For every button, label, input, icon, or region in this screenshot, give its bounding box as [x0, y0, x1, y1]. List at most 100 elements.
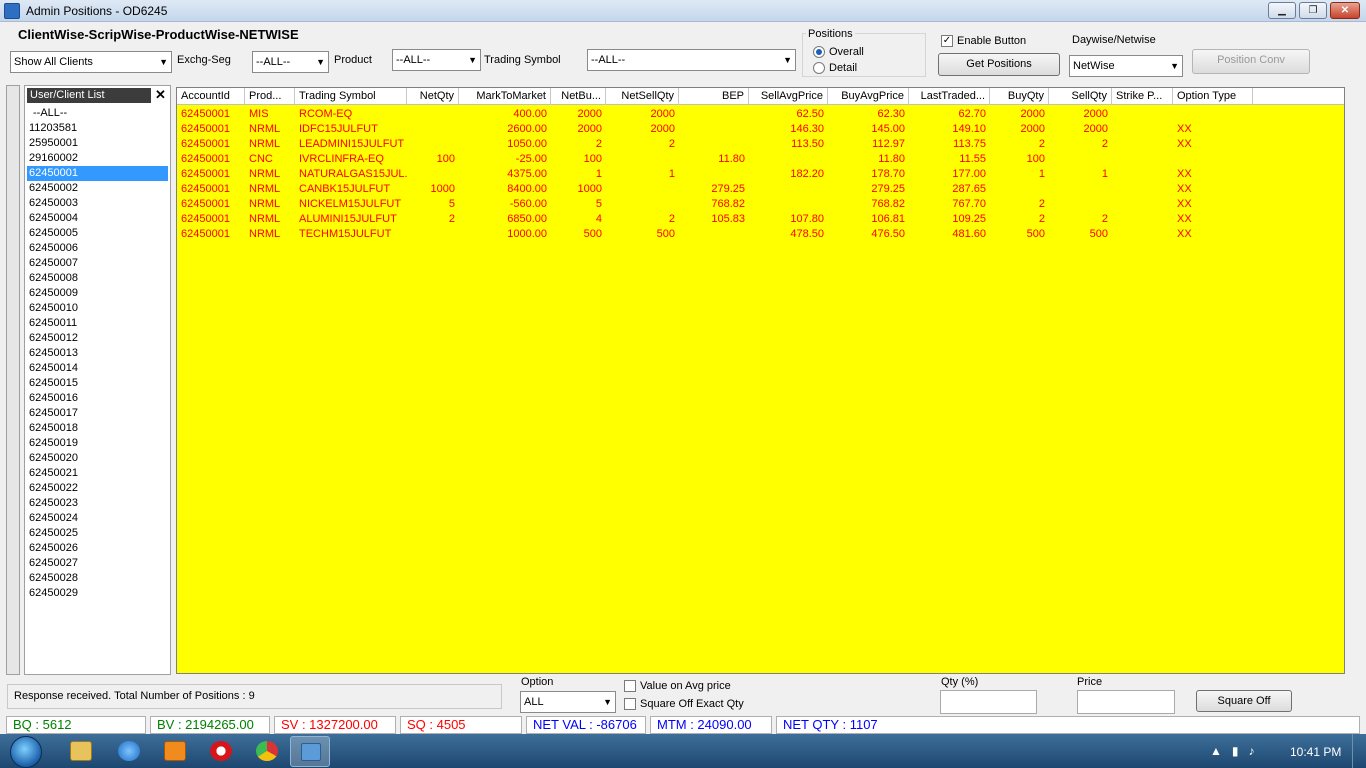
option-select[interactable]: ALL ▼ — [520, 691, 616, 713]
minimize-button[interactable]: ▁ — [1268, 2, 1296, 19]
column-header[interactable]: MarkToMarket — [459, 88, 551, 105]
client-list-item[interactable]: 62450009 — [27, 286, 168, 301]
panel-splitter[interactable] — [6, 85, 20, 675]
table-cell: 481.60 — [952, 228, 986, 240]
client-list-item[interactable]: 62450014 — [27, 361, 168, 376]
close-button[interactable]: ✕ — [1330, 2, 1360, 19]
client-list-item[interactable]: 62450019 — [27, 436, 168, 451]
client-list-item[interactable]: 62450004 — [27, 211, 168, 226]
table-row[interactable]: 62450001 NRML NICKELM15JULFUT 5 -560.00 5 768.… — [177, 197, 1344, 212]
column-header[interactable]: NetQty — [407, 88, 459, 105]
client-list-item[interactable]: 11203581 — [27, 121, 168, 136]
opera-icon[interactable] — [210, 741, 232, 761]
client-list-item[interactable]: 62450013 — [27, 346, 168, 361]
table-row[interactable]: 62450001 NRML LEADMINI15JULFUT 1050.00 2 2 113… — [177, 137, 1344, 152]
volume-icon[interactable]: ♪ — [1249, 744, 1255, 758]
table-cell: 1 — [1038, 168, 1045, 180]
client-list-item[interactable]: 62450024 — [27, 511, 168, 526]
trading-symbol-select[interactable]: --ALL-- ▼ — [587, 49, 796, 71]
taskbar-app-admin-positions[interactable] — [290, 736, 330, 767]
maximize-button[interactable]: ❐ — [1299, 2, 1327, 19]
column-header[interactable]: SellAvgPrice — [749, 88, 828, 105]
client-list-item[interactable]: 62450008 — [27, 271, 168, 286]
ie-icon[interactable] — [118, 741, 140, 761]
client-list-item[interactable]: 62450028 — [27, 571, 168, 586]
client-list-item[interactable]: 62450027 — [27, 556, 168, 571]
chevron-up-icon[interactable]: ▲ — [1210, 744, 1222, 758]
media-player-icon[interactable] — [164, 741, 186, 761]
table-row[interactable]: 62450001 CNC IVRCLINFRA-EQ 100 -25.00 100 11.8… — [177, 152, 1344, 167]
column-header[interactable]: LastTraded... — [909, 88, 990, 105]
table-row[interactable]: 62450001 NRML TECHM15JULFUT 1000.00 500 500 47… — [177, 227, 1344, 242]
client-list-item[interactable]: 62450015 — [27, 376, 168, 391]
client-list-item[interactable]: 62450026 — [27, 541, 168, 556]
system-tray[interactable]: ▲ ▮ ♪ — [1210, 744, 1255, 758]
table-cell: 279.25 — [711, 183, 745, 195]
column-header[interactable]: BuyQty — [990, 88, 1049, 105]
client-list-item[interactable]: 62450016 — [27, 391, 168, 406]
close-icon[interactable]: ✕ — [153, 88, 168, 103]
explorer-icon[interactable] — [70, 741, 92, 761]
client-list-item[interactable]: 62450017 — [27, 406, 168, 421]
detail-radio[interactable] — [813, 62, 825, 74]
client-list-item[interactable]: 62450012 — [27, 331, 168, 346]
get-positions-button[interactable]: Get Positions — [938, 53, 1060, 76]
square-off-button[interactable]: Square Off — [1196, 690, 1292, 712]
column-header[interactable]: AccountId — [177, 88, 245, 105]
start-button[interactable] — [10, 736, 42, 768]
client-list-item[interactable]: 25950001 — [27, 136, 168, 151]
square-off-exact-checkbox[interactable] — [624, 698, 636, 710]
column-header[interactable]: SellQty — [1049, 88, 1112, 105]
table-row[interactable]: 62450001 NRML IDFC15JULFUT 2600.00 2000 2000 1… — [177, 122, 1344, 137]
table-cell: 177.00 — [952, 168, 986, 180]
clock[interactable]: 10:41 PM — [1290, 745, 1341, 759]
clients-select[interactable]: Show All Clients ▼ — [10, 51, 172, 73]
column-header[interactable]: Option Type — [1173, 88, 1253, 105]
qty-percent-input[interactable] — [940, 690, 1037, 714]
product-select[interactable]: --ALL-- ▼ — [392, 49, 481, 71]
client-list-item[interactable]: 62450020 — [27, 451, 168, 466]
client-list-item[interactable]: 62450005 — [27, 226, 168, 241]
client-list-item[interactable]: 62450010 — [27, 301, 168, 316]
network-icon[interactable]: ▮ — [1232, 744, 1239, 758]
client-list-item[interactable]: 62450018 — [27, 421, 168, 436]
client-list-item[interactable]: 62450001 — [27, 166, 168, 181]
client-list-item[interactable]: 62450029 — [27, 586, 168, 601]
client-list-item[interactable]: 62450003 — [27, 196, 168, 211]
client-list-item[interactable]: 62450022 — [27, 481, 168, 496]
client-list-item[interactable]: 62450006 — [27, 241, 168, 256]
overall-radio[interactable] — [813, 46, 825, 58]
table-cell: CNC — [249, 153, 273, 165]
client-list-item[interactable]: 62450011 — [27, 316, 168, 331]
column-header[interactable]: Strike P... — [1112, 88, 1173, 105]
client-list-item[interactable]: 62450025 — [27, 526, 168, 541]
column-header[interactable]: NetBu... — [551, 88, 606, 105]
column-header[interactable]: BuyAvgPrice — [828, 88, 909, 105]
exchg-seg-select[interactable]: --ALL-- ▼ — [252, 51, 329, 73]
enable-button-checkbox[interactable]: ✓ — [941, 35, 953, 47]
client-list-item[interactable]: 62450023 — [27, 496, 168, 511]
title-bar[interactable]: Admin Positions - OD6245 ▁ ❐ ✕ — [0, 0, 1366, 22]
product-label: Product — [334, 54, 372, 66]
chrome-icon[interactable] — [256, 741, 278, 761]
show-desktop-button[interactable] — [1352, 734, 1366, 768]
client-list-item[interactable]: 62450021 — [27, 466, 168, 481]
table-cell: NRML — [249, 198, 281, 210]
table-row[interactable]: 62450001 NRML CANBK15JULFUT 1000 8400.00 1000… — [177, 182, 1344, 197]
column-header[interactable]: BEP — [679, 88, 749, 105]
table-row[interactable]: 62450001 MIS RCOM-EQ 400.00 2000 2000 62.50 62.… — [177, 107, 1344, 122]
price-input[interactable] — [1077, 690, 1175, 714]
table-cell: XX — [1177, 123, 1192, 135]
client-list-item[interactable]: --ALL-- — [27, 106, 168, 121]
value-on-avg-checkbox[interactable] — [624, 680, 636, 692]
client-list-item[interactable]: 62450007 — [27, 256, 168, 271]
column-header[interactable]: Trading Symbol — [295, 88, 407, 105]
position-conv-button[interactable]: Position Conv — [1192, 49, 1310, 74]
daywise-netwise-select[interactable]: NetWise ▼ — [1069, 55, 1183, 77]
client-list-item[interactable]: 62450002 — [27, 181, 168, 196]
table-row[interactable]: 62450001 NRML ALUMINI15JULFUT 2 6850.00 4 2 105… — [177, 212, 1344, 227]
column-header[interactable]: NetSellQty — [606, 88, 679, 105]
table-row[interactable]: 62450001 NRML NATURALGAS15JUL... 4375.00 1 1 1… — [177, 167, 1344, 182]
client-list-item[interactable]: 29160002 — [27, 151, 168, 166]
column-header[interactable]: Prod... — [245, 88, 295, 105]
